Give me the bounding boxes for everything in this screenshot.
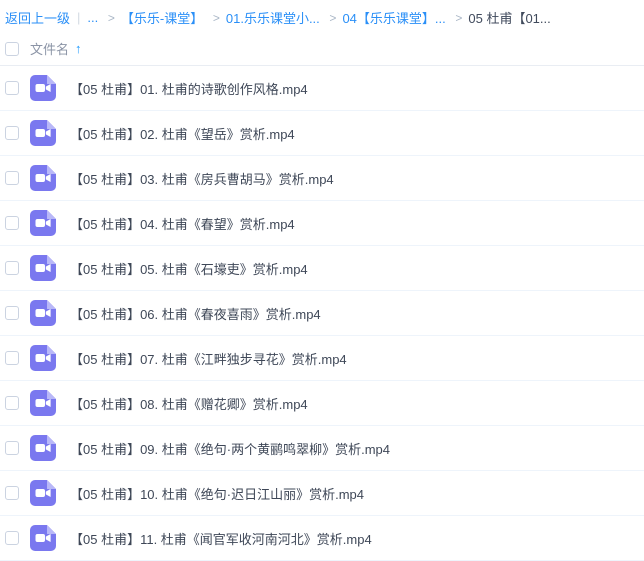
row-checkbox[interactable] — [5, 216, 19, 230]
filename-column-header[interactable]: 文件名 — [30, 39, 69, 58]
breadcrumb-item[interactable]: 04【乐乐课堂】... — [342, 8, 445, 27]
video-file-icon — [30, 390, 56, 416]
file-name[interactable]: 【05 杜甫】09. 杜甫《绝句·两个黄鹂鸣翠柳》赏析.mp4 — [70, 439, 390, 458]
file-row[interactable]: 【05 杜甫】09. 杜甫《绝句·两个黄鹂鸣翠柳》赏析.mp4 — [0, 426, 644, 471]
video-file-icon — [30, 345, 56, 371]
row-checkbox[interactable] — [5, 531, 19, 545]
breadcrumb-item-current: 05 杜甫【01... — [468, 8, 550, 27]
video-file-icon — [30, 120, 56, 146]
breadcrumb-separator: > — [213, 11, 220, 25]
row-checkbox[interactable] — [5, 396, 19, 410]
file-row[interactable]: 【05 杜甫】02. 杜甫《望岳》赏析.mp4 — [0, 111, 644, 156]
file-name[interactable]: 【05 杜甫】03. 杜甫《房兵曹胡马》赏析.mp4 — [70, 169, 334, 188]
breadcrumb-pipe-separator: | — [77, 10, 80, 25]
file-row[interactable]: 【05 杜甫】06. 杜甫《春夜喜雨》赏析.mp4 — [0, 291, 644, 336]
file-name[interactable]: 【05 杜甫】04. 杜甫《春望》赏析.mp4 — [70, 214, 295, 233]
file-row[interactable]: 【05 杜甫】05. 杜甫《石壕吏》赏析.mp4 — [0, 246, 644, 291]
file-list-header: 文件名 ↑ — [0, 32, 644, 66]
video-file-icon — [30, 300, 56, 326]
file-row[interactable]: 【05 杜甫】01. 杜甫的诗歌创作风格.mp4 — [0, 66, 644, 111]
breadcrumb-items: ... > 【乐乐-课堂】 > 01.乐乐课堂小... > 04【乐乐课堂】..… — [87, 8, 550, 27]
file-name[interactable]: 【05 杜甫】01. 杜甫的诗歌创作风格.mp4 — [70, 79, 308, 98]
file-row[interactable]: 【05 杜甫】08. 杜甫《赠花卿》赏析.mp4 — [0, 381, 644, 426]
sort-ascending-icon[interactable]: ↑ — [75, 41, 82, 56]
row-checkbox[interactable] — [5, 261, 19, 275]
row-checkbox[interactable] — [5, 486, 19, 500]
file-name[interactable]: 【05 杜甫】10. 杜甫《绝句·迟日江山丽》赏析.mp4 — [70, 484, 364, 503]
video-file-icon — [30, 435, 56, 461]
row-checkbox[interactable] — [5, 171, 19, 185]
breadcrumb-separator: > — [329, 11, 336, 25]
breadcrumb-item[interactable]: ... — [87, 10, 98, 25]
video-file-icon — [30, 255, 56, 281]
row-checkbox[interactable] — [5, 306, 19, 320]
file-name[interactable]: 【05 杜甫】07. 杜甫《江畔独步寻花》赏析.mp4 — [70, 349, 347, 368]
back-to-parent-link[interactable]: 返回上一级 — [5, 8, 70, 27]
breadcrumb-item[interactable]: 【乐乐-课堂】 — [121, 8, 203, 27]
video-file-icon — [30, 75, 56, 101]
breadcrumb: 返回上一级 | ... > 【乐乐-课堂】 > 01.乐乐课堂小... > 04… — [0, 0, 644, 32]
breadcrumb-separator: > — [108, 11, 115, 25]
row-checkbox[interactable] — [5, 441, 19, 455]
file-name[interactable]: 【05 杜甫】11. 杜甫《闻官军收河南河北》赏析.mp4 — [70, 529, 372, 548]
video-file-icon — [30, 210, 56, 236]
video-file-icon — [30, 480, 56, 506]
file-row[interactable]: 【05 杜甫】04. 杜甫《春望》赏析.mp4 — [0, 201, 644, 246]
file-name[interactable]: 【05 杜甫】02. 杜甫《望岳》赏析.mp4 — [70, 124, 295, 143]
file-list: 【05 杜甫】01. 杜甫的诗歌创作风格.mp4 【05 杜甫】02. 杜甫《望… — [0, 66, 644, 561]
file-name[interactable]: 【05 杜甫】08. 杜甫《赠花卿》赏析.mp4 — [70, 394, 308, 413]
select-all-checkbox[interactable] — [5, 42, 19, 56]
file-name[interactable]: 【05 杜甫】05. 杜甫《石壕吏》赏析.mp4 — [70, 259, 308, 278]
file-name[interactable]: 【05 杜甫】06. 杜甫《春夜喜雨》赏析.mp4 — [70, 304, 321, 323]
breadcrumb-separator: > — [455, 11, 462, 25]
video-file-icon — [30, 165, 56, 191]
row-checkbox[interactable] — [5, 81, 19, 95]
row-checkbox[interactable] — [5, 126, 19, 140]
file-row[interactable]: 【05 杜甫】07. 杜甫《江畔独步寻花》赏析.mp4 — [0, 336, 644, 381]
video-file-icon — [30, 525, 56, 551]
file-row[interactable]: 【05 杜甫】11. 杜甫《闻官军收河南河北》赏析.mp4 — [0, 516, 644, 561]
row-checkbox[interactable] — [5, 351, 19, 365]
breadcrumb-item[interactable]: 01.乐乐课堂小... — [226, 8, 320, 27]
file-row[interactable]: 【05 杜甫】03. 杜甫《房兵曹胡马》赏析.mp4 — [0, 156, 644, 201]
file-row[interactable]: 【05 杜甫】10. 杜甫《绝句·迟日江山丽》赏析.mp4 — [0, 471, 644, 516]
